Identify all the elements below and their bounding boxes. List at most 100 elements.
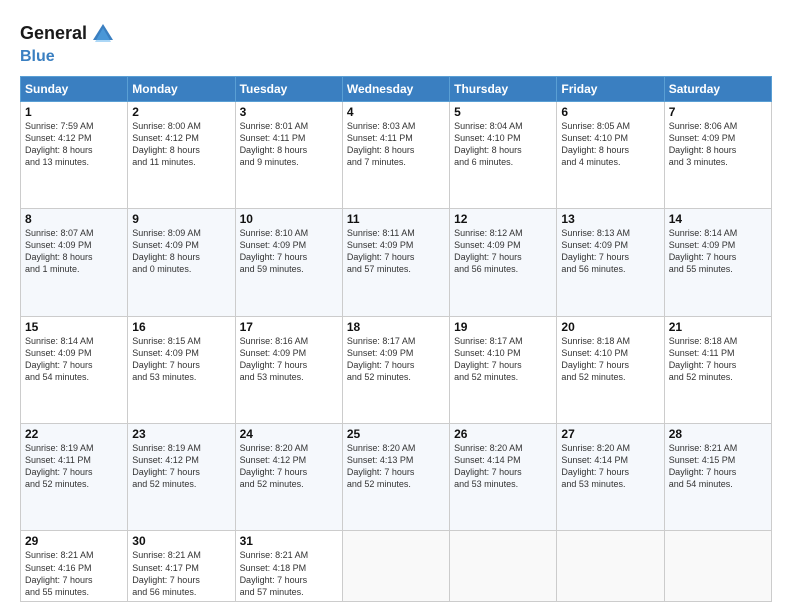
- calendar-cell: 19Sunrise: 8:17 AM Sunset: 4:10 PM Dayli…: [450, 316, 557, 423]
- calendar-cell: 22Sunrise: 8:19 AM Sunset: 4:11 PM Dayli…: [21, 423, 128, 530]
- day-number: 23: [132, 427, 230, 441]
- col-header-friday: Friday: [557, 76, 664, 101]
- day-number: 31: [240, 534, 338, 548]
- day-number: 8: [25, 212, 123, 226]
- day-number: 17: [240, 320, 338, 334]
- calendar-week-4: 22Sunrise: 8:19 AM Sunset: 4:11 PM Dayli…: [21, 423, 772, 530]
- day-info: Sunrise: 8:14 AM Sunset: 4:09 PM Dayligh…: [25, 335, 123, 384]
- day-number: 19: [454, 320, 552, 334]
- calendar-cell: [557, 531, 664, 602]
- day-number: 21: [669, 320, 767, 334]
- calendar-cell: 25Sunrise: 8:20 AM Sunset: 4:13 PM Dayli…: [342, 423, 449, 530]
- calendar-cell: 10Sunrise: 8:10 AM Sunset: 4:09 PM Dayli…: [235, 209, 342, 316]
- calendar-header-row: SundayMondayTuesdayWednesdayThursdayFrid…: [21, 76, 772, 101]
- calendar-cell: 8Sunrise: 8:07 AM Sunset: 4:09 PM Daylig…: [21, 209, 128, 316]
- calendar-cell: 13Sunrise: 8:13 AM Sunset: 4:09 PM Dayli…: [557, 209, 664, 316]
- day-info: Sunrise: 8:19 AM Sunset: 4:11 PM Dayligh…: [25, 442, 123, 491]
- calendar-cell: 5Sunrise: 8:04 AM Sunset: 4:10 PM Daylig…: [450, 101, 557, 208]
- day-info: Sunrise: 8:15 AM Sunset: 4:09 PM Dayligh…: [132, 335, 230, 384]
- calendar-cell: 14Sunrise: 8:14 AM Sunset: 4:09 PM Dayli…: [664, 209, 771, 316]
- calendar-cell: 28Sunrise: 8:21 AM Sunset: 4:15 PM Dayli…: [664, 423, 771, 530]
- day-number: 25: [347, 427, 445, 441]
- calendar-cell: [664, 531, 771, 602]
- calendar-cell: 17Sunrise: 8:16 AM Sunset: 4:09 PM Dayli…: [235, 316, 342, 423]
- calendar-cell: 3Sunrise: 8:01 AM Sunset: 4:11 PM Daylig…: [235, 101, 342, 208]
- calendar-cell: [450, 531, 557, 602]
- day-number: 16: [132, 320, 230, 334]
- day-info: Sunrise: 8:18 AM Sunset: 4:10 PM Dayligh…: [561, 335, 659, 384]
- day-info: Sunrise: 8:19 AM Sunset: 4:12 PM Dayligh…: [132, 442, 230, 491]
- col-header-saturday: Saturday: [664, 76, 771, 101]
- day-number: 30: [132, 534, 230, 548]
- calendar-cell: 30Sunrise: 8:21 AM Sunset: 4:17 PM Dayli…: [128, 531, 235, 602]
- col-header-monday: Monday: [128, 76, 235, 101]
- day-number: 5: [454, 105, 552, 119]
- day-number: 15: [25, 320, 123, 334]
- day-number: 3: [240, 105, 338, 119]
- day-number: 27: [561, 427, 659, 441]
- calendar-cell: 23Sunrise: 8:19 AM Sunset: 4:12 PM Dayli…: [128, 423, 235, 530]
- day-info: Sunrise: 8:20 AM Sunset: 4:12 PM Dayligh…: [240, 442, 338, 491]
- day-info: Sunrise: 8:21 AM Sunset: 4:18 PM Dayligh…: [240, 549, 338, 598]
- col-header-wednesday: Wednesday: [342, 76, 449, 101]
- day-info: Sunrise: 8:00 AM Sunset: 4:12 PM Dayligh…: [132, 120, 230, 169]
- calendar-cell: 27Sunrise: 8:20 AM Sunset: 4:14 PM Dayli…: [557, 423, 664, 530]
- calendar-cell: [342, 531, 449, 602]
- day-number: 29: [25, 534, 123, 548]
- day-number: 28: [669, 427, 767, 441]
- day-info: Sunrise: 8:01 AM Sunset: 4:11 PM Dayligh…: [240, 120, 338, 169]
- calendar-cell: 16Sunrise: 8:15 AM Sunset: 4:09 PM Dayli…: [128, 316, 235, 423]
- calendar-cell: 20Sunrise: 8:18 AM Sunset: 4:10 PM Dayli…: [557, 316, 664, 423]
- page: General Blue SundayMondayTuesdayWednesda…: [0, 0, 792, 612]
- header: General Blue: [20, 16, 772, 66]
- calendar-cell: 7Sunrise: 8:06 AM Sunset: 4:09 PM Daylig…: [664, 101, 771, 208]
- day-info: Sunrise: 7:59 AM Sunset: 4:12 PM Dayligh…: [25, 120, 123, 169]
- day-info: Sunrise: 8:20 AM Sunset: 4:14 PM Dayligh…: [454, 442, 552, 491]
- calendar-cell: 11Sunrise: 8:11 AM Sunset: 4:09 PM Dayli…: [342, 209, 449, 316]
- day-info: Sunrise: 8:21 AM Sunset: 4:16 PM Dayligh…: [25, 549, 123, 598]
- day-info: Sunrise: 8:17 AM Sunset: 4:10 PM Dayligh…: [454, 335, 552, 384]
- day-number: 9: [132, 212, 230, 226]
- day-number: 13: [561, 212, 659, 226]
- calendar-cell: 15Sunrise: 8:14 AM Sunset: 4:09 PM Dayli…: [21, 316, 128, 423]
- day-number: 12: [454, 212, 552, 226]
- calendar-cell: 29Sunrise: 8:21 AM Sunset: 4:16 PM Dayli…: [21, 531, 128, 602]
- day-number: 22: [25, 427, 123, 441]
- day-info: Sunrise: 8:21 AM Sunset: 4:17 PM Dayligh…: [132, 549, 230, 598]
- day-number: 10: [240, 212, 338, 226]
- day-number: 4: [347, 105, 445, 119]
- day-info: Sunrise: 8:03 AM Sunset: 4:11 PM Dayligh…: [347, 120, 445, 169]
- calendar-cell: 9Sunrise: 8:09 AM Sunset: 4:09 PM Daylig…: [128, 209, 235, 316]
- day-info: Sunrise: 8:04 AM Sunset: 4:10 PM Dayligh…: [454, 120, 552, 169]
- calendar-week-2: 8Sunrise: 8:07 AM Sunset: 4:09 PM Daylig…: [21, 209, 772, 316]
- day-number: 1: [25, 105, 123, 119]
- calendar-cell: 26Sunrise: 8:20 AM Sunset: 4:14 PM Dayli…: [450, 423, 557, 530]
- calendar-week-1: 1Sunrise: 7:59 AM Sunset: 4:12 PM Daylig…: [21, 101, 772, 208]
- calendar-cell: 24Sunrise: 8:20 AM Sunset: 4:12 PM Dayli…: [235, 423, 342, 530]
- day-number: 20: [561, 320, 659, 334]
- day-number: 11: [347, 212, 445, 226]
- calendar-cell: 18Sunrise: 8:17 AM Sunset: 4:09 PM Dayli…: [342, 316, 449, 423]
- logo: General Blue: [20, 20, 117, 66]
- day-info: Sunrise: 8:05 AM Sunset: 4:10 PM Dayligh…: [561, 120, 659, 169]
- day-number: 18: [347, 320, 445, 334]
- calendar-cell: 21Sunrise: 8:18 AM Sunset: 4:11 PM Dayli…: [664, 316, 771, 423]
- col-header-tuesday: Tuesday: [235, 76, 342, 101]
- day-info: Sunrise: 8:21 AM Sunset: 4:15 PM Dayligh…: [669, 442, 767, 491]
- logo-icon: [89, 20, 117, 48]
- day-info: Sunrise: 8:20 AM Sunset: 4:13 PM Dayligh…: [347, 442, 445, 491]
- day-info: Sunrise: 8:16 AM Sunset: 4:09 PM Dayligh…: [240, 335, 338, 384]
- day-number: 14: [669, 212, 767, 226]
- day-info: Sunrise: 8:20 AM Sunset: 4:14 PM Dayligh…: [561, 442, 659, 491]
- calendar-week-5: 29Sunrise: 8:21 AM Sunset: 4:16 PM Dayli…: [21, 531, 772, 602]
- col-header-thursday: Thursday: [450, 76, 557, 101]
- day-number: 26: [454, 427, 552, 441]
- day-info: Sunrise: 8:13 AM Sunset: 4:09 PM Dayligh…: [561, 227, 659, 276]
- day-info: Sunrise: 8:11 AM Sunset: 4:09 PM Dayligh…: [347, 227, 445, 276]
- calendar-week-3: 15Sunrise: 8:14 AM Sunset: 4:09 PM Dayli…: [21, 316, 772, 423]
- day-info: Sunrise: 8:09 AM Sunset: 4:09 PM Dayligh…: [132, 227, 230, 276]
- calendar-table: SundayMondayTuesdayWednesdayThursdayFrid…: [20, 76, 772, 602]
- day-info: Sunrise: 8:14 AM Sunset: 4:09 PM Dayligh…: [669, 227, 767, 276]
- day-number: 24: [240, 427, 338, 441]
- day-info: Sunrise: 8:06 AM Sunset: 4:09 PM Dayligh…: [669, 120, 767, 169]
